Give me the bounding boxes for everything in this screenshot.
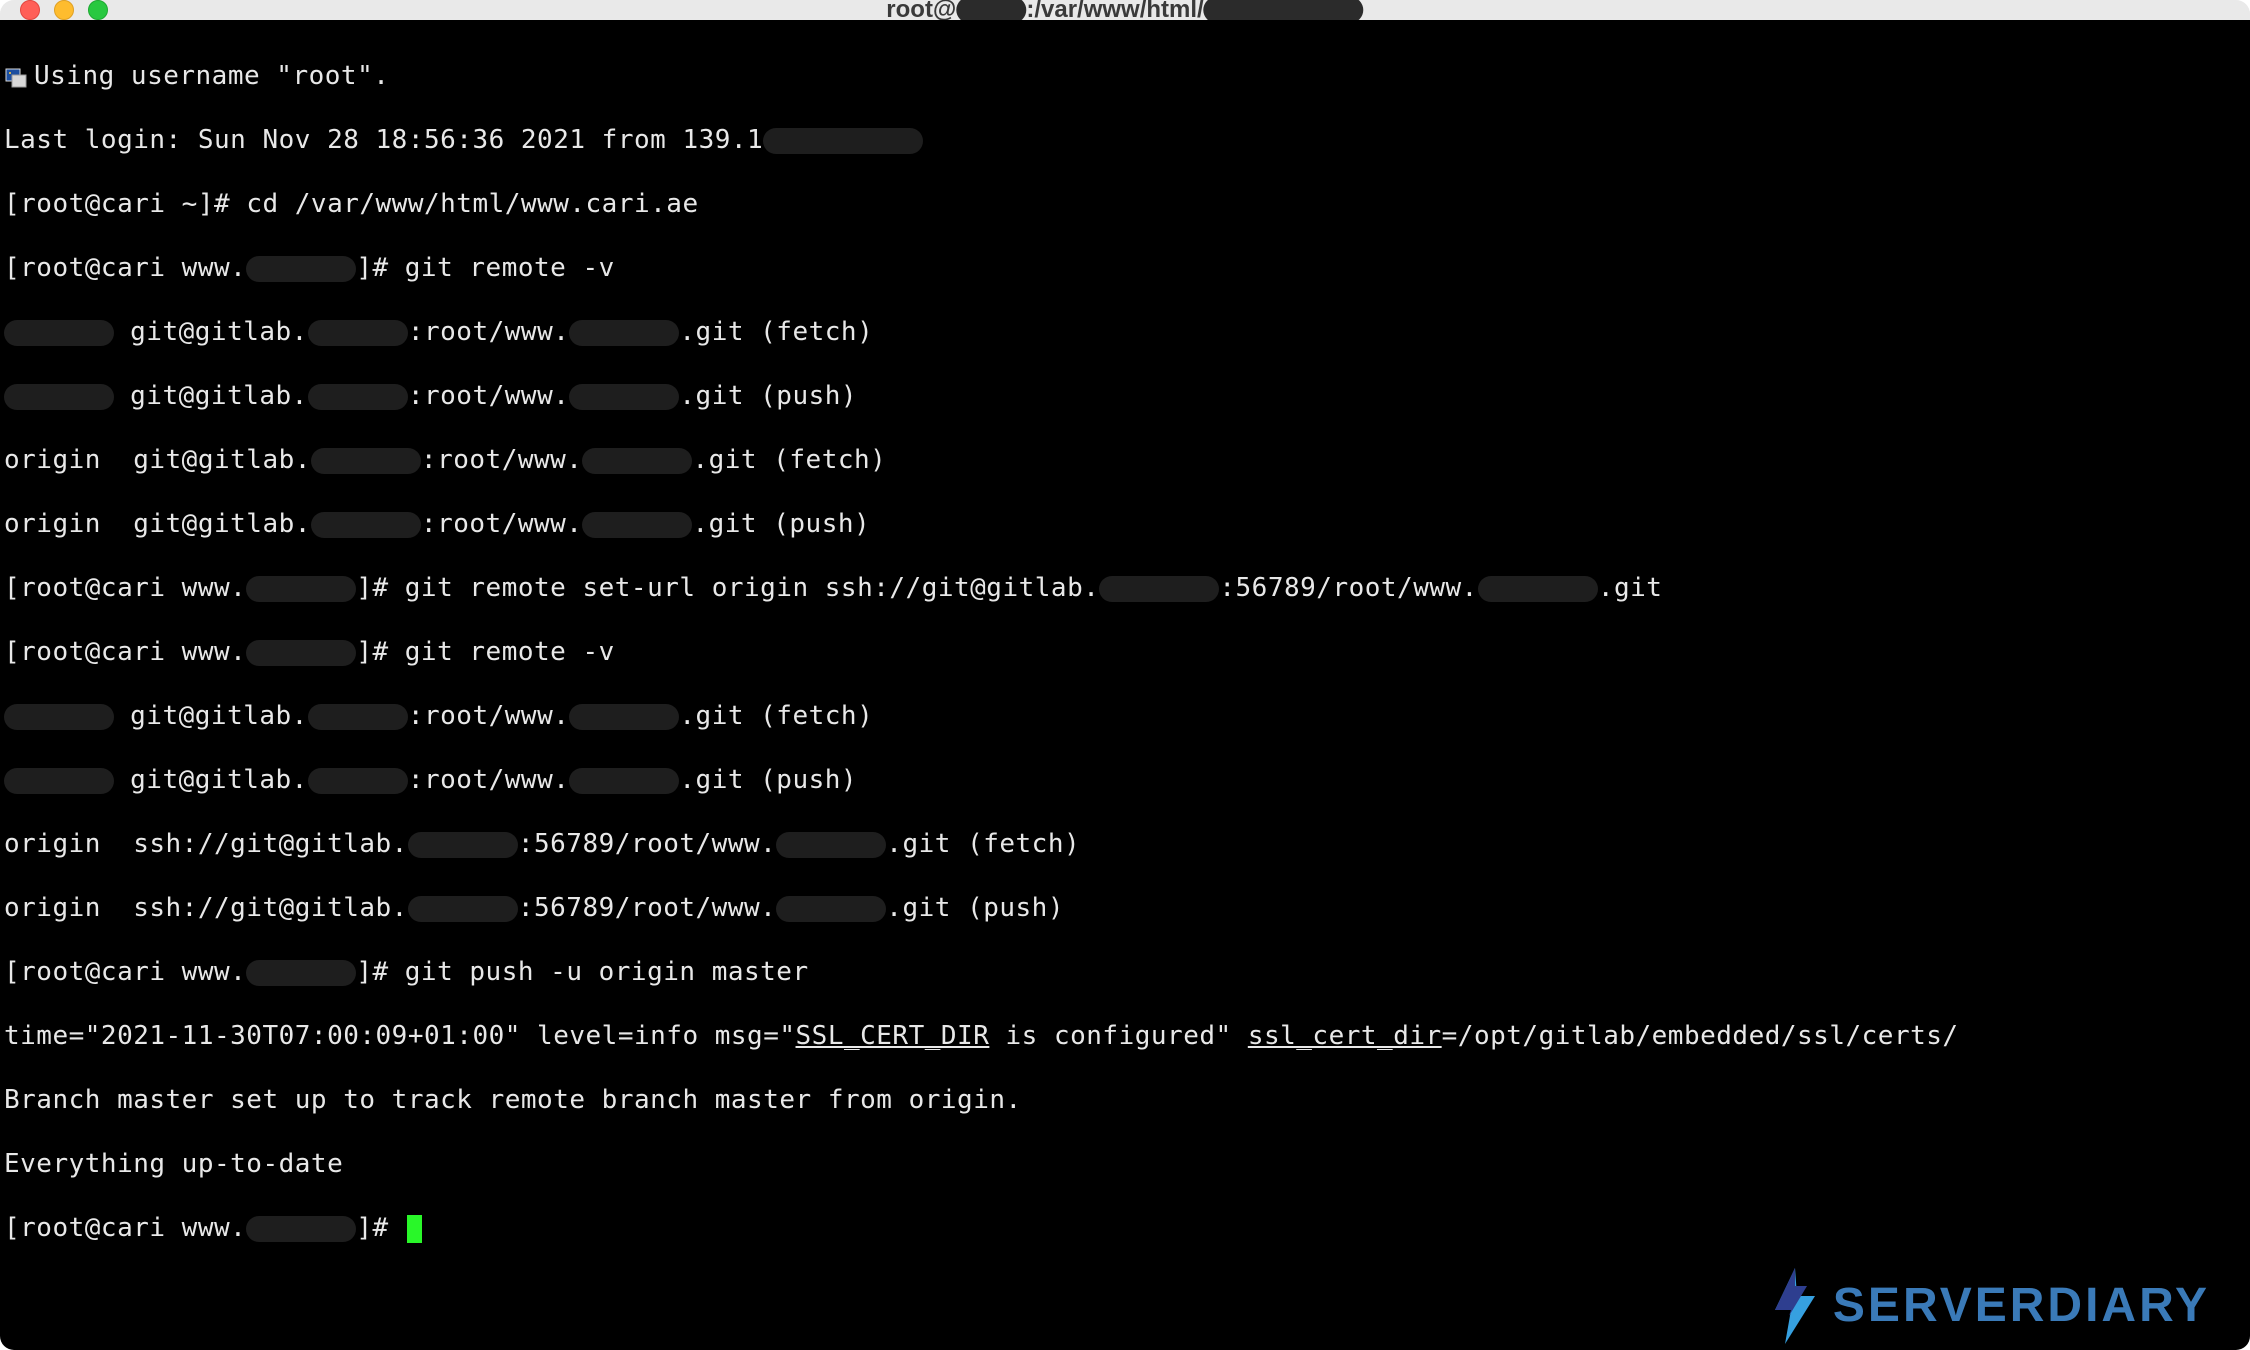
redacted [4,320,114,346]
redacted [569,384,679,410]
close-icon[interactable] [20,0,40,20]
cmd-remote-v: git remote -v [405,253,615,283]
cursor [407,1215,422,1243]
redacted [311,448,421,474]
redacted [4,704,114,730]
login-username: Using username "root". [34,61,389,91]
redacted [246,960,356,986]
redacted [308,384,408,410]
remote-origin-ssh: origin ssh://git@gitlab. [4,829,408,859]
prompt: [root@cari ~]# [4,189,246,219]
watermark: SERVERDIARY [1765,1266,2210,1346]
redacted [246,576,356,602]
redacted [569,768,679,794]
redacted [4,384,114,410]
terminal-body[interactable]: Using username "root". Last login: Sun N… [0,20,2250,1350]
cmd-set-url: git remote set-url origin ssh://git@gitl… [405,573,1100,603]
prompt: [root@cari www. [4,573,246,603]
terminal-window: root@ :/var/www/html/ Using username "ro… [0,0,2250,1350]
watermark-text: SERVERDIARY [1833,1290,2210,1322]
push-output-uptodate: Everything up-to-date [4,1149,343,1179]
push-output-branch: Branch master set up to track remote bra… [4,1085,1022,1115]
redacted [4,768,114,794]
remote-line: git@gitlab. [114,317,308,347]
lightning-icon [1765,1266,1825,1346]
maximize-icon[interactable] [88,0,108,20]
remote-line: git@gitlab. [114,381,308,411]
cmd-cd: cd /var/www/html/www.cari.ae [246,189,698,219]
prompt: [root@cari www. [4,637,246,667]
redacted [308,320,408,346]
redacted [582,448,692,474]
prompt-end: ]# [356,253,404,283]
redacted [582,512,692,538]
redacted [308,704,408,730]
redacted [246,640,356,666]
redacted [308,768,408,794]
prompt: [root@cari www. [4,253,246,283]
putty-icon [4,65,28,89]
redacted [1478,576,1598,602]
cmd-remote-v2: git remote -v [405,637,615,667]
prompt: [root@cari www. [4,1213,246,1243]
redacted [408,896,518,922]
redacted [776,832,886,858]
push-output: time="2021-11-30T07:00:09+01:00" level=i… [4,1021,796,1051]
minimize-icon[interactable] [54,0,74,20]
redacted [246,1216,356,1242]
redacted [1099,576,1219,602]
redacted [311,512,421,538]
prompt: [root@cari www. [4,957,246,987]
remote-origin: origin git@gitlab. [4,509,311,539]
redacted [569,704,679,730]
redacted [776,896,886,922]
remote-origin: origin git@gitlab. [4,445,311,475]
titlebar[interactable]: root@ :/var/www/html/ [0,0,2250,20]
traffic-lights [20,0,108,20]
redacted [569,320,679,346]
remote-origin-ssh: origin ssh://git@gitlab. [4,893,408,923]
redacted [246,256,356,282]
cmd-push: git push -u origin master [405,957,809,987]
redacted [408,832,518,858]
last-login: Last login: Sun Nov 28 18:56:36 2021 fro… [4,125,763,155]
redacted-ip [763,128,923,154]
